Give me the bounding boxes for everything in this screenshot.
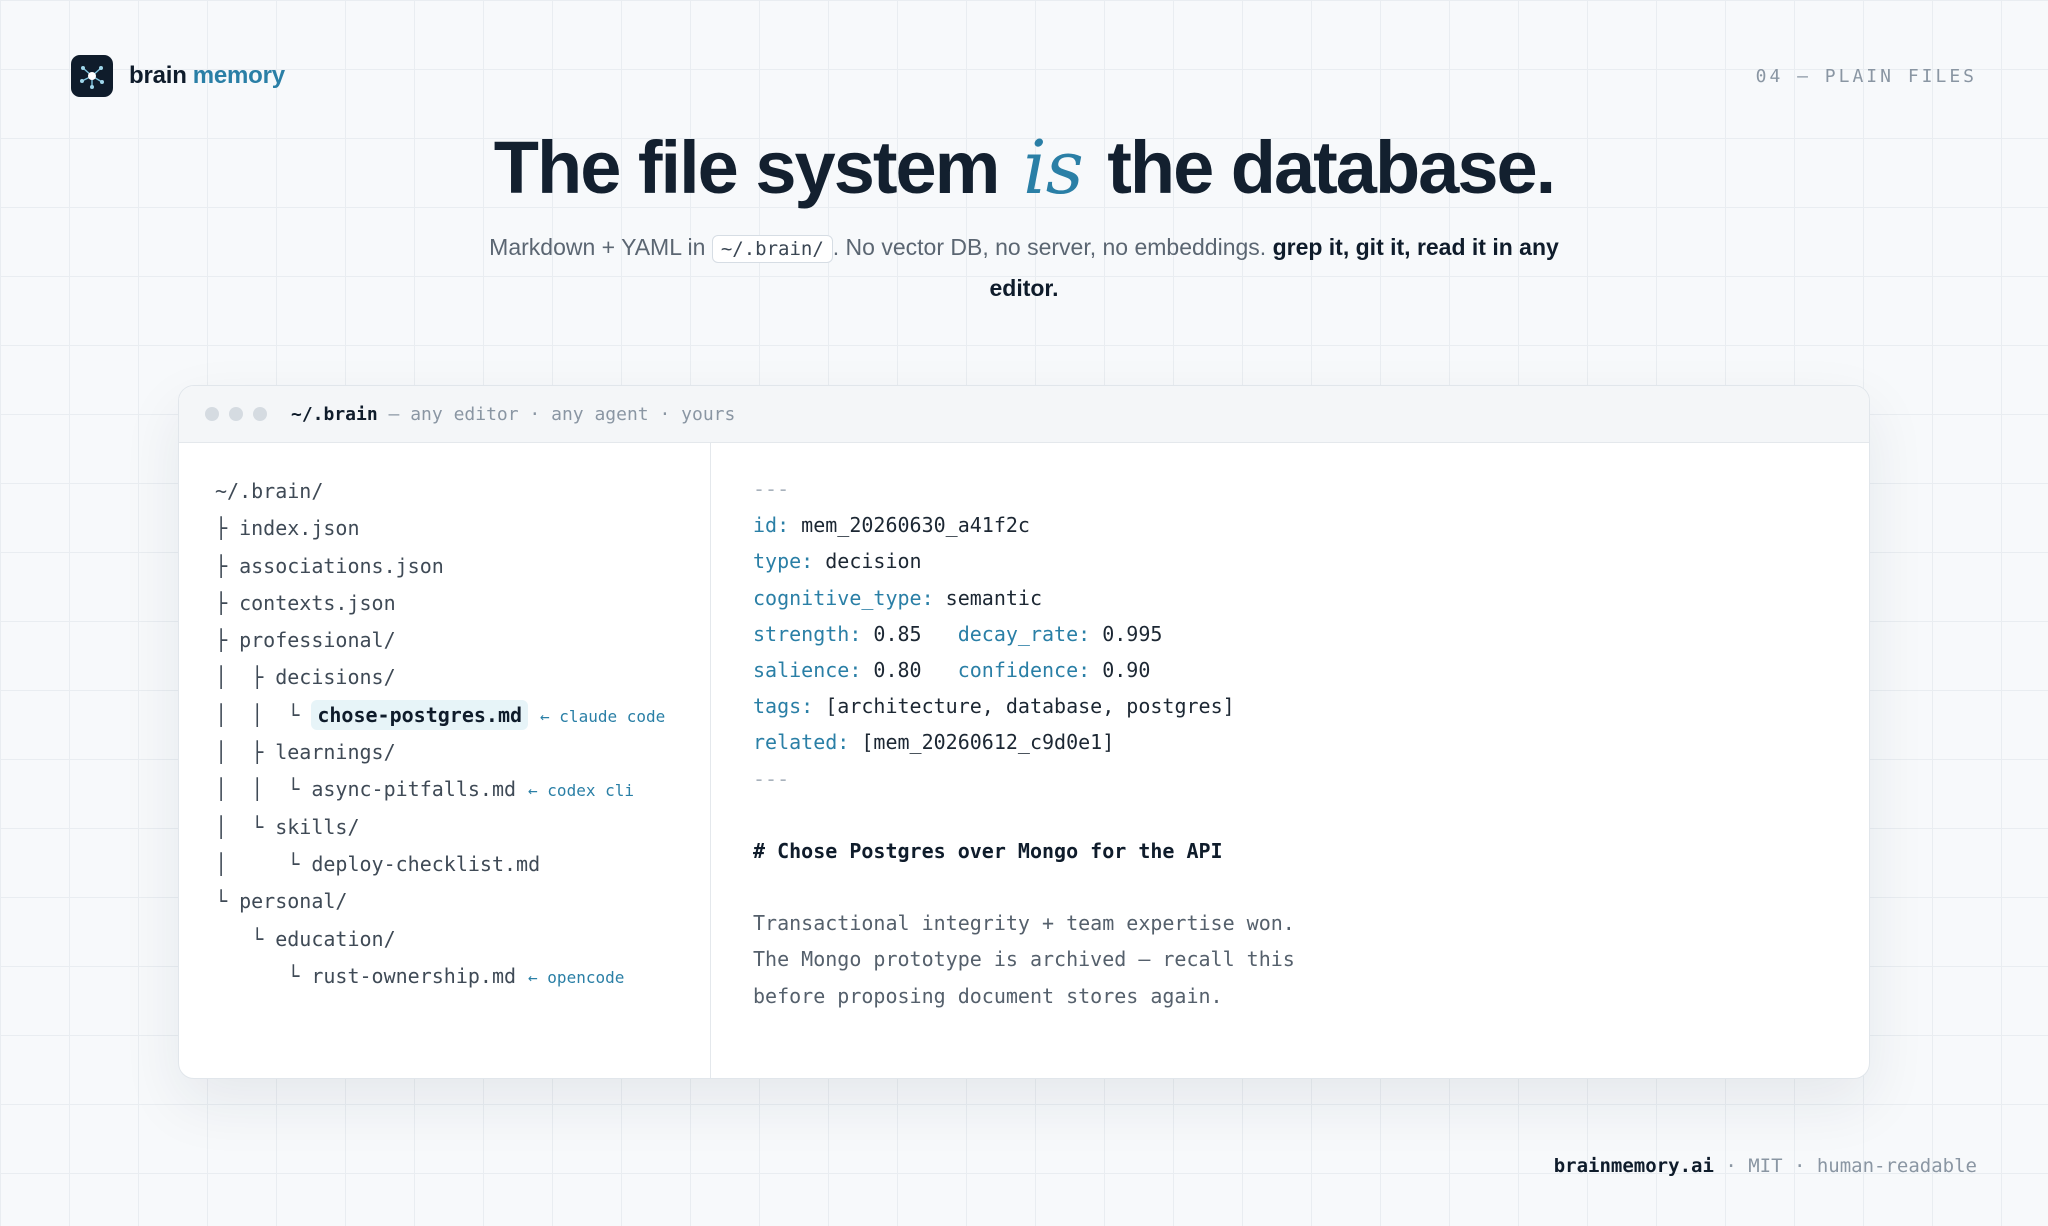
subtitle-lead: Markdown + YAML in — [489, 234, 706, 260]
tree-item-name: education/ — [275, 926, 396, 951]
memory-heading: # Chose Postgres over Mongo for the API — [753, 838, 1223, 863]
headline: The file system is the database. — [0, 118, 2048, 218]
window-tagline: — any editor · any agent · yours — [388, 403, 736, 425]
tree-item[interactable]: │ ├ learnings/ — [179, 734, 710, 771]
frontmatter-salience-confidence: salience: 0.80 confidence: 0.90 — [753, 657, 1151, 682]
tree-item-name: deploy-checklist.md — [311, 851, 541, 876]
headline-emphasis: is — [1023, 125, 1084, 211]
window-dot-maximize — [253, 407, 267, 421]
memory-body-line: Transactional integrity + team expertise… — [753, 911, 1295, 936]
file-tree: ~/.brain/ ├ index.json ├ associations.js… — [179, 443, 711, 1078]
frontmatter-separator: --- — [753, 477, 790, 501]
frontmatter-separator: --- — [753, 766, 790, 791]
tree-item-name: index.json — [239, 516, 360, 541]
brand-name-part2: memory — [192, 62, 285, 89]
frontmatter-tags: tags: [architecture, database, postgres] — [753, 694, 1235, 719]
window-titlebar: ~/.brain — any editor · any agent · your… — [179, 386, 1869, 443]
brand[interactable]: brain memory — [71, 55, 285, 97]
tree-item-origin: ← codex cli — [528, 781, 634, 801]
editor-window: ~/.brain — any editor · any agent · your… — [178, 385, 1870, 1079]
tree-item[interactable]: ├ associations.json — [179, 548, 710, 585]
brain-network-icon — [71, 55, 113, 97]
memory-body-line: before proposing document stores again. — [753, 983, 1223, 1008]
tree-item[interactable]: │ │ └ async-pitfalls.md ← codex cli — [179, 771, 710, 808]
tree-item-name: associations.json — [239, 553, 444, 578]
tree-item-name: professional/ — [239, 628, 396, 653]
file-content[interactable]: --- id: mem_20260630_a41f2c type: decisi… — [711, 443, 1869, 1078]
tree-item[interactable]: ├ contexts.json — [179, 585, 710, 622]
tree-item[interactable]: └ education/ — [179, 921, 710, 958]
frontmatter-strength-decay: strength: 0.85 decay_rate: 0.995 — [753, 621, 1163, 646]
tree-item[interactable]: │ ├ decisions/ — [179, 659, 710, 696]
section-tag: 04 — PLAIN FILES — [1755, 66, 1977, 87]
tree-item-name: personal/ — [239, 889, 348, 914]
frontmatter-cognitive-type: cognitive_type: semantic — [753, 585, 1042, 610]
brand-name-part1: brain — [129, 62, 187, 89]
frontmatter-id: id: mem_20260630_a41f2c — [753, 513, 1030, 538]
window-title: ~/.brain — any editor · any agent · your… — [291, 404, 735, 425]
tree-item-name: decisions/ — [275, 665, 396, 690]
footer-meta: · MIT · human-readable — [1713, 1155, 1977, 1177]
tree-item[interactable]: ├ professional/ — [179, 622, 710, 659]
tree-item[interactable]: └ rust-ownership.md ← opencode — [179, 958, 710, 995]
tree-item[interactable]: ~/.brain/ — [179, 473, 710, 510]
headline-part2: the database. — [1107, 126, 1556, 209]
frontmatter-type: type: decision — [753, 549, 922, 574]
tree-item-selected[interactable]: │ │ └ chose-postgres.md ← claude code — [179, 697, 710, 734]
tree-item-name: learnings/ — [275, 740, 396, 765]
tree-item-name: ~/.brain/ — [215, 479, 324, 503]
window-dot-close — [205, 407, 219, 421]
window-path: ~/.brain — [291, 403, 378, 425]
tree-item-origin: ← opencode — [528, 967, 625, 987]
memory-body-line: The Mongo prototype is archived — recall… — [753, 947, 1295, 972]
tree-item[interactable]: ├ index.json — [179, 510, 710, 547]
window-dot-minimize — [229, 407, 243, 421]
tree-item-name: rust-ownership.md — [311, 963, 517, 988]
tree-item-origin: ← claude code — [540, 706, 666, 726]
headline-part1: The file system — [493, 126, 1001, 209]
tree-item[interactable]: │ └ deploy-checklist.md — [179, 846, 710, 883]
brand-name: brain memory — [129, 62, 285, 90]
tree-item-name: contexts.json — [239, 590, 396, 615]
path-chip: ~/.brain/ — [711, 235, 833, 263]
footer: brainmemory.ai · MIT · human-readable — [1554, 1155, 1977, 1177]
tree-item[interactable]: │ └ skills/ — [179, 809, 710, 846]
tree-item-name: async-pitfalls.md — [311, 777, 517, 802]
frontmatter-related: related: [mem_20260612_c9d0e1] — [753, 730, 1115, 755]
subtitle: Markdown + YAML in ~/.brain/. No vector … — [474, 228, 1574, 308]
tree-item-name: chose-postgres.md — [311, 699, 529, 730]
subtitle-middle: . No vector DB, no server, no embeddings… — [832, 234, 1267, 260]
tree-item[interactable]: └ personal/ — [179, 883, 710, 920]
tree-item-name: skills/ — [275, 814, 360, 839]
footer-site-link[interactable]: brainmemory.ai — [1554, 1155, 1714, 1177]
